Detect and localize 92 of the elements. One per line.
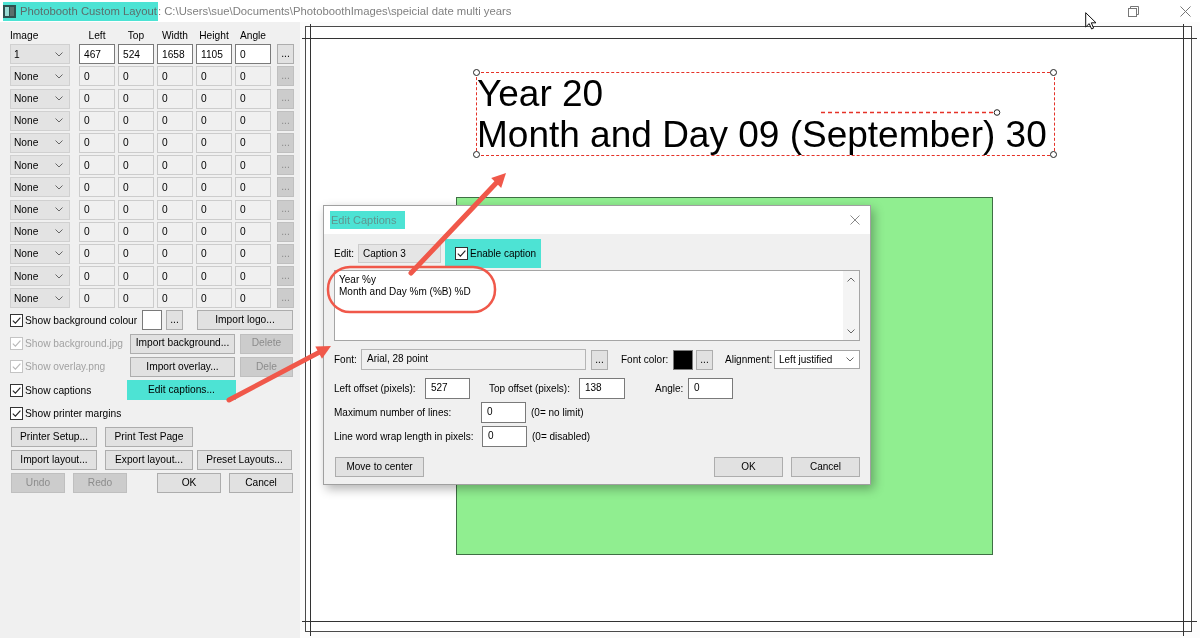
field-hint: (0= disabled) [532, 431, 591, 442]
caption-text: Year %y Month and Day %m (%B) %D [339, 274, 471, 298]
browse-button[interactable]: ... [277, 44, 294, 65]
close-icon[interactable] [1180, 5, 1191, 17]
color-swatch-icon[interactable] [142, 310, 162, 331]
column-header: Angle [239, 30, 267, 42]
chevron-down-icon [846, 357, 854, 362]
field-label: Edit: [334, 248, 354, 259]
number-field[interactable]: 0 [481, 402, 526, 423]
dialog-button[interactable]: Move to center [335, 457, 424, 477]
chevron-down-icon [847, 329, 855, 334]
resize-handle-icon[interactable] [1050, 68, 1058, 76]
panel-button[interactable]: Printer Setup... [11, 426, 97, 447]
chevron-down-icon [55, 162, 63, 168]
column-header: Left [88, 30, 106, 42]
close-icon[interactable] [850, 215, 860, 225]
resize-handle-icon[interactable] [1050, 151, 1058, 159]
field-label: Maximum number of lines: [334, 407, 452, 418]
alignment-select[interactable]: Left justified [774, 350, 860, 369]
column-header: Height [199, 30, 229, 42]
checkbox[interactable] [10, 406, 23, 420]
panel-button[interactable]: Import layout... [11, 450, 97, 471]
field-label: Top offset (pixels): [489, 383, 570, 394]
checkbox[interactable] [10, 383, 23, 397]
height-field[interactable]: 1105 [196, 44, 232, 65]
number-field[interactable]: 0 [688, 378, 733, 399]
dialog-button[interactable]: OK [714, 457, 783, 477]
column-header: Top [127, 30, 145, 42]
chevron-down-icon [55, 73, 63, 79]
option-button[interactable]: ... [166, 310, 183, 331]
chevron-down-icon [55, 229, 63, 235]
checkbox-label: Show printer margins [25, 407, 122, 419]
image-select[interactable]: 1 [10, 44, 70, 65]
font-button[interactable]: ... [591, 349, 608, 370]
top-field[interactable]: 524 [118, 44, 154, 65]
chevron-down-icon [55, 51, 63, 57]
dashed-handle-icon[interactable] [821, 109, 1001, 116]
caption-line: Year 20 [477, 75, 604, 112]
font-color-button[interactable]: ... [696, 349, 713, 370]
checkbox-label: Show background colour [25, 314, 138, 326]
checkbox[interactable] [10, 313, 23, 327]
panel-button[interactable]: Print Test Page [105, 426, 193, 447]
file-path: : C:\Users\sue\Documents\PhotoboothImages\speicial date multi years [157, 5, 512, 17]
caption-text-field[interactable]: Year %y Month and Day %m (%B) %D [334, 270, 860, 341]
field-label: Left offset (pixels): [334, 383, 416, 394]
left-field[interactable]: 467 [79, 44, 115, 65]
field-label: Line word wrap length in pixels: [334, 431, 474, 442]
number-field[interactable]: 138 [579, 378, 625, 399]
chevron-up-icon [847, 277, 855, 282]
field-label: Angle: [655, 383, 684, 394]
option-button[interactable]: Edit captions... [127, 380, 236, 401]
field-label: Alignment: [725, 354, 773, 365]
number-field[interactable]: 527 [425, 378, 470, 399]
scrollbar[interactable] [843, 271, 859, 340]
chevron-down-icon [55, 207, 63, 212]
chevron-down-icon [55, 140, 63, 146]
checkbox-label: Show captions [25, 384, 92, 396]
panel-button[interactable]: Export layout... [105, 450, 193, 471]
restore-icon[interactable] [1128, 5, 1139, 17]
font-color-swatch-icon[interactable] [673, 349, 693, 370]
caption-line: Month and Day 09 (September) 30 [477, 116, 1047, 153]
panel-button[interactable]: Preset Layouts... [197, 450, 292, 471]
app-icon [3, 4, 16, 18]
chevron-down-icon [55, 295, 63, 301]
resize-handle-icon[interactable] [472, 151, 480, 159]
caption-select[interactable]: Caption 3 [358, 244, 441, 263]
field-label: Font: [334, 354, 357, 365]
field-label: Font color: [621, 354, 669, 365]
checkbox-label: Show overlay.png [25, 361, 106, 373]
dialog-title: Edit Captions [330, 211, 406, 229]
column-header: Image [10, 30, 39, 42]
width-field[interactable]: 1658 [157, 44, 193, 65]
chevron-down-icon [55, 251, 63, 257]
angle-field[interactable]: 0 [235, 44, 271, 65]
caption-frame[interactable]: Year 20 Month and Day 09 (September) 30 [476, 72, 1055, 156]
checkbox[interactable] [455, 247, 468, 260]
option-button[interactable]: Import logo... [197, 310, 293, 331]
dialog-button[interactable]: Cancel [791, 457, 860, 477]
panel-button[interactable]: Cancel [229, 473, 293, 494]
window-title: Photobooth Custom Layout [20, 5, 157, 17]
chevron-down-icon [55, 273, 63, 279]
column-header: Width [161, 30, 188, 42]
number-field[interactable]: 0 [482, 426, 527, 447]
checkbox-label: Enable caption [470, 248, 537, 259]
field-hint: (0= no limit) [531, 407, 584, 418]
font-field: Arial, 28 point [361, 349, 586, 370]
chevron-down-icon [55, 96, 63, 102]
panel-button[interactable]: OK [157, 473, 221, 494]
chevron-down-icon [55, 184, 63, 190]
checkbox-label: Show background.jpg [25, 338, 123, 350]
chevron-down-icon [55, 118, 63, 124]
resize-handle-icon[interactable] [472, 68, 480, 76]
